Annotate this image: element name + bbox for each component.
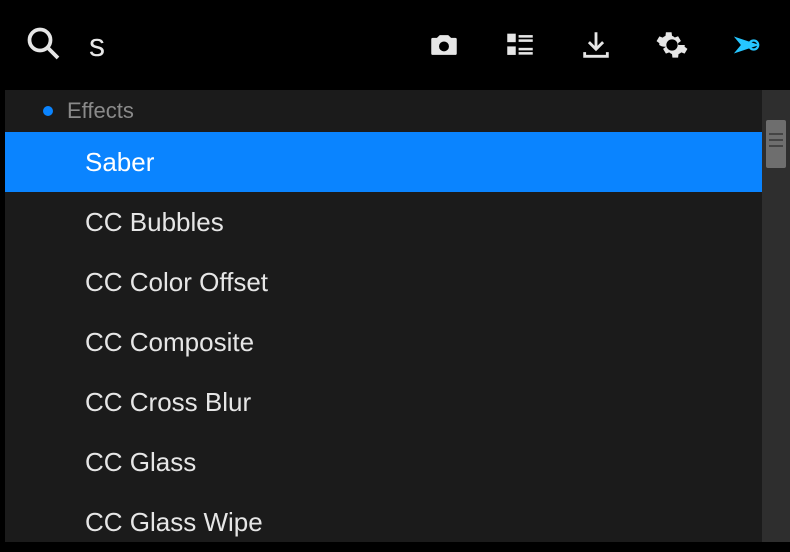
toolbar-icons [427,28,765,62]
effect-item[interactable]: CC Composite [5,312,762,372]
scrollbar[interactable] [762,90,790,542]
search-input[interactable] [89,27,289,64]
brand-logo-icon[interactable] [731,28,765,62]
list-view-icon[interactable] [503,28,537,62]
effect-item-label: CC Glass [85,447,196,478]
effect-item-label: CC Glass Wipe [85,507,263,538]
effect-item[interactable]: CC Glass Wipe [5,492,762,552]
effect-item[interactable]: CC Cross Blur [5,372,762,432]
effect-item[interactable]: Saber [5,132,762,192]
effect-item[interactable]: CC Color Offset [5,252,762,312]
effect-item[interactable]: CC Bubbles [5,192,762,252]
hamburger-icon [769,133,783,147]
download-icon[interactable] [579,28,613,62]
effects-list: Effects Saber CC Bubbles CC Color Offset CC… [5,90,762,542]
effect-item-label: Saber [85,147,154,178]
effect-item-label: CC Color Offset [85,267,268,298]
results-panel: Effects Saber CC Bubbles CC Color Offset CC… [0,90,790,542]
camera-icon[interactable] [427,28,461,62]
search-icon [25,25,61,66]
category-indicator-icon [43,106,53,116]
effect-item-label: CC Cross Blur [85,387,251,418]
effect-item[interactable]: CC Glass [5,432,762,492]
gear-icon[interactable] [655,28,689,62]
category-label: Effects [67,98,134,124]
effect-item-label: CC Composite [85,327,254,358]
category-header[interactable]: Effects [5,90,762,132]
effect-item-label: CC Bubbles [85,207,224,238]
search-area [25,25,412,66]
top-toolbar [0,0,790,90]
